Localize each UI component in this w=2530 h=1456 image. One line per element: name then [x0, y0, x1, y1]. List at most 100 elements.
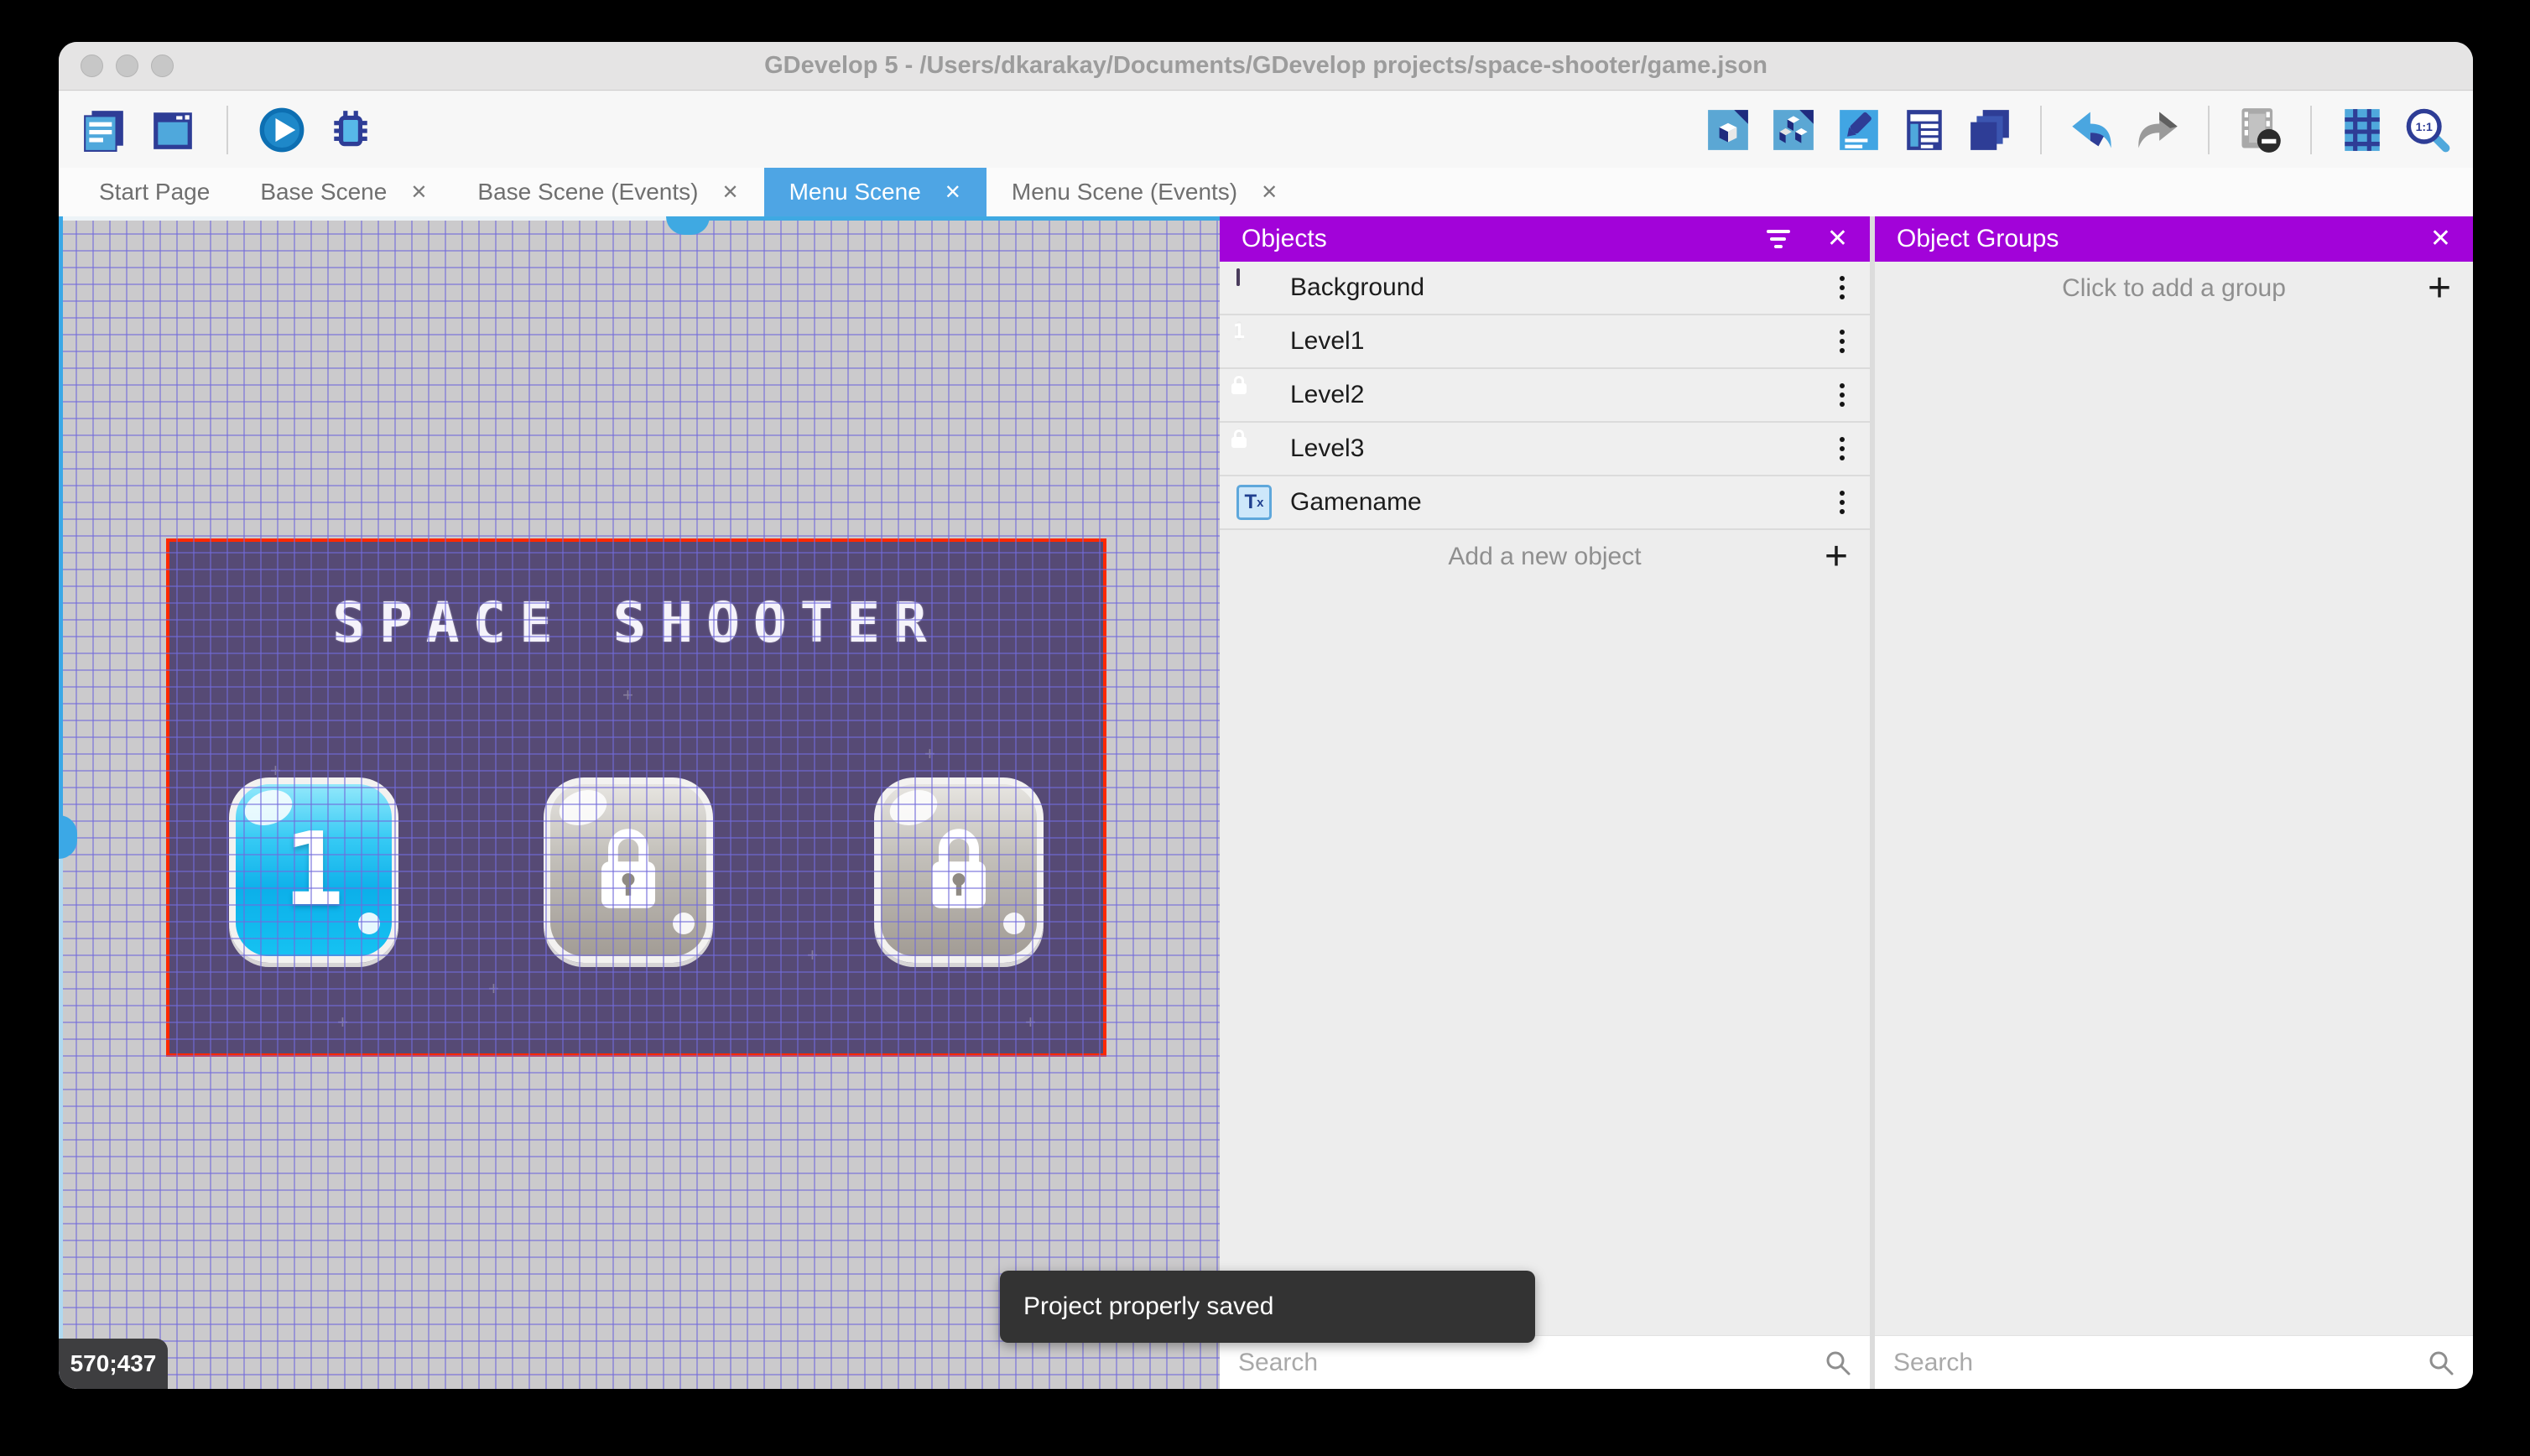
object-groups-search-bar — [1875, 1335, 2473, 1389]
tab-label: Menu Scene (Events) — [1012, 179, 1237, 205]
tab-menu-scene-events[interactable]: Menu Scene (Events) ✕ — [986, 168, 1303, 216]
toggle-mask-icon[interactable] — [2236, 107, 2283, 153]
object-name: Level1 — [1290, 327, 1364, 356]
save-toast: Project properly saved — [1000, 1271, 1535, 1343]
star-decoration: + — [1025, 1011, 1036, 1033]
tab-close-icon[interactable]: ✕ — [945, 180, 961, 205]
edit-scene-properties-icon[interactable] — [1835, 107, 1882, 153]
undo-icon[interactable] — [2069, 107, 2116, 153]
object-groups-panel-title: Object Groups — [1897, 225, 2059, 253]
object-name: Gamename — [1290, 488, 1422, 517]
close-window-button[interactable] — [81, 55, 103, 77]
minimize-window-button[interactable] — [116, 55, 138, 77]
tab-menu-scene[interactable]: Menu Scene ✕ — [764, 168, 986, 216]
add-group-label: Click to add a group — [2062, 274, 2286, 303]
object-name: Background — [1290, 273, 1424, 302]
gamename-thumbnail-icon: Tx — [1236, 485, 1272, 520]
layers-icon[interactable] — [1966, 107, 2013, 153]
toast-message: Project properly saved — [1023, 1292, 1273, 1321]
level2-button-instance[interactable] — [544, 777, 713, 963]
tab-close-icon[interactable]: ✕ — [410, 180, 427, 205]
window-title: GDevelop 5 - /Users/dkarakay/Documents/G… — [59, 52, 2473, 80]
star-decoration: + — [924, 743, 935, 765]
object-row-level3[interactable]: Level3 — [1220, 423, 1870, 476]
maximize-window-button[interactable] — [151, 55, 174, 77]
tab-label: Menu Scene — [789, 179, 921, 205]
tab-bar: Start Page Base Scene ✕ Base Scene (Even… — [59, 168, 2473, 216]
vertical-scrollbar-thumb[interactable] — [59, 815, 77, 859]
object-row-level1[interactable]: 1 Level1 — [1220, 315, 1870, 369]
object-groups-search-input[interactable] — [1893, 1349, 2428, 1377]
star-decoration: + — [622, 684, 633, 706]
object-name: Level3 — [1290, 434, 1364, 463]
lock-icon — [588, 821, 669, 915]
level1-button-instance[interactable]: 1 — [229, 777, 398, 963]
toolbar-right-group: 1:1 — [1705, 106, 2451, 154]
tab-label: Base Scene (Events) — [477, 179, 698, 205]
star-decoration: + — [807, 944, 818, 966]
add-new-object-button[interactable]: Add a new object + — [1220, 530, 1870, 584]
object-row-level2[interactable]: Level2 — [1220, 369, 1870, 423]
tab-label: Start Page — [99, 179, 210, 205]
add-group-button[interactable]: Click to add a group + — [1875, 262, 2473, 315]
play-preview-icon[interactable] — [258, 107, 305, 153]
zoom-original-icon[interactable]: 1:1 — [2404, 107, 2451, 153]
objects-search-bar — [1220, 1335, 1870, 1389]
object-menu-icon[interactable] — [1831, 378, 1853, 412]
objects-panel-title: Objects — [1242, 225, 1327, 253]
tab-close-icon[interactable]: ✕ — [721, 180, 738, 205]
object-menu-icon[interactable] — [1831, 486, 1853, 519]
level3-button-instance[interactable] — [874, 777, 1044, 963]
object-menu-icon[interactable] — [1831, 325, 1853, 358]
background-thumbnail-icon — [1236, 270, 1272, 305]
toolbar-divider — [2040, 106, 2042, 154]
vertical-scrollbar-track[interactable] — [59, 216, 63, 1389]
level2-thumbnail-icon — [1236, 377, 1272, 413]
redo-icon[interactable] — [2134, 107, 2181, 153]
main-area: SPACE SHOOTER + + + + + + + 1 — [59, 216, 2473, 1389]
star-decoration: + — [488, 978, 499, 1000]
export-object-icon[interactable] — [1705, 107, 1752, 153]
instances-list-icon[interactable] — [1901, 107, 1948, 153]
lock-icon — [919, 821, 999, 915]
toolbar-divider — [2208, 106, 2210, 154]
tab-close-icon[interactable]: ✕ — [1261, 180, 1278, 205]
add-new-object-label: Add a new object — [1448, 543, 1641, 571]
level1-thumbnail-icon: 1 — [1236, 324, 1272, 359]
window-controls — [81, 42, 174, 90]
svg-text:1:1: 1:1 — [2416, 120, 2433, 133]
scene-editor-canvas[interactable]: SPACE SHOOTER + + + + + + + 1 — [59, 216, 1220, 1389]
debug-icon[interactable] — [327, 107, 374, 153]
toggle-grid-icon[interactable] — [2339, 107, 2386, 153]
objects-panel-empty-space — [1220, 584, 1870, 1335]
filter-icon[interactable] — [1767, 230, 1790, 248]
object-groups-icon[interactable] — [1770, 107, 1817, 153]
cursor-coordinates-badge: 570;437 — [59, 1339, 168, 1389]
plus-icon: + — [2428, 268, 2451, 309]
star-decoration: + — [337, 1011, 348, 1033]
object-groups-empty-space — [1875, 315, 2473, 1335]
close-object-groups-panel-icon[interactable]: ✕ — [2430, 226, 2451, 252]
tab-start-page[interactable]: Start Page — [74, 168, 235, 216]
toolbar-divider — [226, 106, 228, 154]
gdevelop-window: GDevelop 5 - /Users/dkarakay/Documents/G… — [59, 42, 2473, 1389]
tab-base-scene[interactable]: Base Scene ✕ — [235, 168, 452, 216]
search-icon — [1825, 1349, 1851, 1376]
tab-base-scene-events[interactable]: Base Scene (Events) ✕ — [452, 168, 763, 216]
objects-search-input[interactable] — [1238, 1349, 1825, 1377]
object-row-background[interactable]: Background — [1220, 262, 1870, 315]
horizontal-scrollbar-fill[interactable] — [705, 216, 1220, 221]
title-bar: GDevelop 5 - /Users/dkarakay/Documents/G… — [59, 42, 2473, 91]
project-manager-icon[interactable] — [81, 107, 128, 153]
scene-window-icon[interactable] — [149, 107, 196, 153]
scene-background-selection[interactable]: SPACE SHOOTER + + + + + + + 1 — [166, 538, 1106, 1057]
plus-icon: + — [1825, 537, 1848, 577]
horizontal-scrollbar-thumb[interactable] — [666, 216, 710, 235]
object-menu-icon[interactable] — [1831, 271, 1853, 304]
close-objects-panel-icon[interactable]: ✕ — [1827, 226, 1848, 252]
objects-panel: Objects ✕ Background 1 Level1 — [1220, 216, 1870, 1389]
object-row-gamename[interactable]: Tx Gamename — [1220, 476, 1870, 530]
game-title-text: SPACE SHOOTER — [169, 590, 1103, 655]
object-name: Level2 — [1290, 381, 1364, 409]
object-menu-icon[interactable] — [1831, 432, 1853, 465]
